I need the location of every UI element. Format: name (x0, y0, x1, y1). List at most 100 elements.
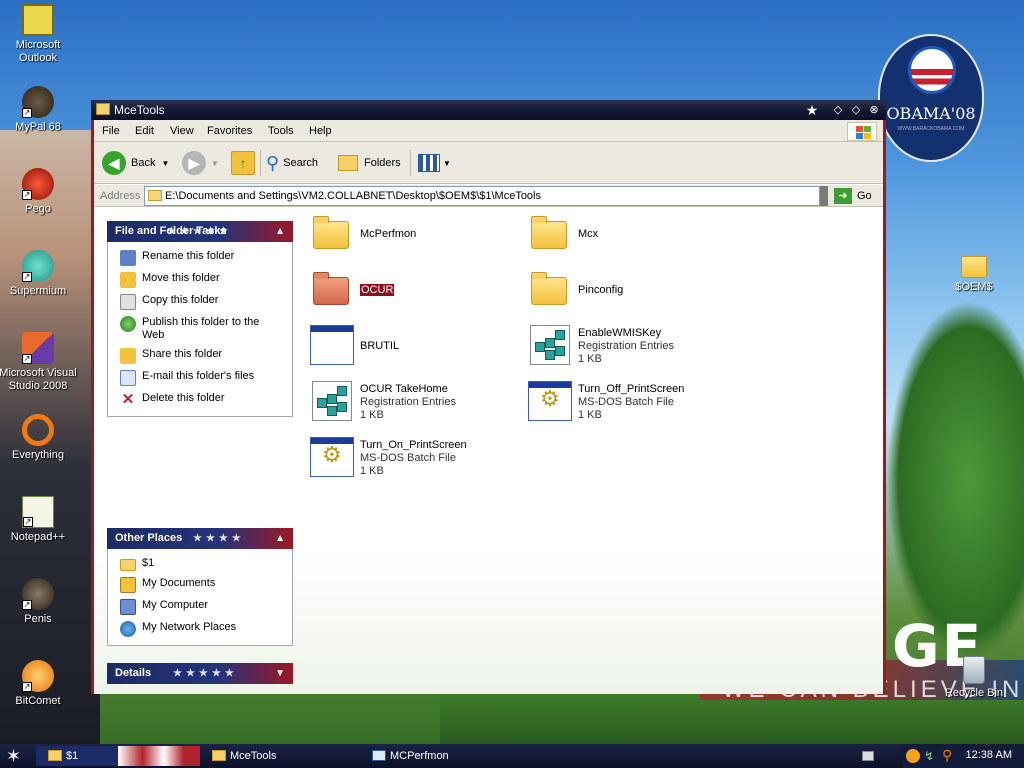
place-my-computer[interactable]: My Computer (120, 599, 286, 615)
place-label: My Documents (142, 577, 216, 589)
forward-button[interactable]: ▶ ▼ (182, 150, 219, 176)
back-button[interactable]: ◀ Back ▼ (102, 150, 169, 176)
panel-header[interactable]: Details ★★★★★ ▼ (107, 663, 293, 684)
task-label: Move this folder (142, 272, 220, 284)
share-icon (120, 348, 136, 364)
task-copy-folder[interactable]: Copy this folder (120, 294, 286, 310)
visual-studio-icon: ↗ (22, 332, 54, 364)
desktop-icon-mypal[interactable]: ↗ MyPal 68 (0, 86, 80, 134)
file-item-pinconfig[interactable]: Pinconfig (526, 265, 623, 313)
file-text: EnableWMISKey Registration Entries 1 KB (578, 321, 674, 366)
toolbar-divider (260, 150, 261, 176)
desktop-icon-label: $OEM$ (955, 281, 993, 293)
file-text: Mcx (578, 209, 598, 241)
desktop-icon-bitcomet[interactable]: ↗ BitComet (0, 660, 80, 708)
panel-header[interactable]: File and Folder Tasks ★★★★★ ▲ (107, 221, 293, 242)
folder-content: File and Folder Tasks ★★★★★ ▲ Rename thi… (94, 207, 883, 694)
file-size: 1 KB (360, 409, 384, 421)
task-rename-folder[interactable]: Rename this folder (120, 250, 286, 266)
task-share-folder[interactable]: Share this folder (120, 348, 286, 364)
clock[interactable]: 12:38 AM (966, 749, 1012, 761)
forward-arrow-icon: ▶ (182, 151, 206, 175)
taskbar-task-dollar-1[interactable]: $1 (40, 746, 190, 766)
desktop-icon-label: Pego (25, 203, 51, 215)
maximize-button[interactable]: ◇ (849, 103, 863, 117)
views-icon (418, 154, 440, 172)
folders-icon (338, 155, 358, 171)
file-text: OCUR TakeHome Registration Entries 1 KB (360, 377, 456, 422)
logo-emblem (908, 46, 956, 94)
explorer-window: MceTools ★ ◇ ◇ ⊗ File Edit View Favorite… (91, 100, 886, 694)
menu-help[interactable]: Help (309, 125, 332, 137)
desktop-icon-label: MyPal 68 (15, 121, 61, 133)
address-input[interactable]: E:\Documents and Settings\VM2.COLLABNET\… (144, 186, 820, 206)
place-dollar-1[interactable]: $1 (120, 557, 286, 571)
network-tray-icon[interactable]: ↯ (924, 749, 938, 763)
search-button[interactable]: ⚲ Search (266, 150, 318, 176)
file-name: OCUR TakeHome (360, 383, 448, 395)
desktop-icon-oem-folder[interactable]: $OEM$ (932, 252, 1016, 294)
desktop-icon-notepad-plus-plus[interactable]: ↗ Notepad++ (0, 496, 80, 544)
menu-edit[interactable]: Edit (135, 125, 154, 137)
file-item-enablewmiskey[interactable]: EnableWMISKey Registration Entries 1 KB (526, 321, 674, 369)
address-dropdown-button[interactable] (820, 186, 828, 206)
stars-decoration: ★★★★★ (167, 226, 232, 237)
folder-icon (308, 265, 356, 313)
system-tray: ↯ ⚲ 12:38 AM (902, 744, 1024, 768)
title-bar[interactable]: MceTools ★ ◇ ◇ ⊗ (91, 100, 886, 120)
task-email-files[interactable]: E-mail this folder's files (120, 370, 286, 386)
desktop-icon-outlook[interactable]: Microsoft Outlook (0, 4, 80, 65)
minimize-button[interactable]: ◇ (831, 103, 845, 117)
search-tray-icon[interactable]: ⚲ (942, 747, 956, 763)
desktop-icon-penis[interactable]: ↗ Penis (0, 578, 80, 626)
desktop-icon-everything[interactable]: Everything (0, 414, 80, 462)
keyboard-icon[interactable] (862, 751, 874, 761)
menu-file[interactable]: File (102, 125, 120, 137)
file-type: MS-DOS Batch File (578, 396, 674, 408)
task-label: MceTools (230, 750, 277, 762)
collapse-icon[interactable]: ▲ (275, 528, 285, 549)
taskbar-task-mcperfmon[interactable]: MCPerfmon (364, 746, 520, 766)
collapse-icon[interactable]: ▲ (275, 221, 285, 242)
windows-logo-icon (847, 122, 877, 141)
up-folder-button[interactable]: ↑ (231, 150, 255, 176)
folders-button[interactable]: Folders (338, 150, 401, 176)
task-move-folder[interactable]: Move this folder (120, 272, 286, 288)
logo-text: OBAMA'08 (886, 104, 976, 123)
batch-file-icon (526, 377, 574, 425)
back-label: Back (131, 157, 156, 169)
panel-header[interactable]: Other Places ★★★★ ▲ (107, 528, 293, 549)
place-my-network-places[interactable]: My Network Places (120, 621, 286, 637)
taskbar-task-mcetools[interactable]: MceTools (204, 746, 360, 766)
task-delete-folder[interactable]: ✕ Delete this folder (120, 392, 286, 408)
file-item-mcperfmon[interactable]: McPerfmon (308, 209, 416, 257)
close-button[interactable]: ⊗ (867, 103, 881, 117)
desktop-icon-visual-studio[interactable]: ↗ Microsoft Visual Studio 2008 (0, 332, 80, 393)
email-icon (120, 370, 136, 386)
task-publish-folder[interactable]: Publish this folder to the Web (120, 316, 286, 342)
expand-icon[interactable]: ▼ (275, 663, 285, 684)
menu-tools[interactable]: Tools (268, 125, 294, 137)
menu-view[interactable]: View (170, 125, 194, 137)
menu-favorites[interactable]: Favorites (207, 125, 252, 137)
desktop-icon-pego[interactable]: ↗ Pego (0, 168, 80, 216)
desktop-icon-supermium[interactable]: ↗ Supermium (0, 250, 80, 298)
desktop-icon-recycle-bin[interactable]: Recycle Bin (932, 656, 1016, 700)
start-button[interactable]: ✶ (6, 746, 21, 767)
folder-icon (120, 559, 136, 571)
file-item-turn-off-printscreen[interactable]: Turn_Off_PrintScreen MS-DOS Batch File 1… (526, 377, 684, 425)
file-item-turn-on-printscreen[interactable]: Turn_On_PrintScreen MS-DOS Batch File 1 … (308, 433, 467, 481)
bitcomet-tray-icon[interactable] (906, 749, 920, 763)
file-item-ocur[interactable]: OCUR (308, 265, 395, 313)
desktop-icon-label: Microsoft Visual Studio 2008 (0, 367, 77, 392)
file-item-brutil[interactable]: BRUTIL (308, 321, 399, 369)
folder-icon (148, 190, 162, 201)
views-button[interactable]: ▼ (418, 150, 451, 176)
file-text: OCUR (360, 265, 395, 297)
go-button[interactable]: ➜ Go (834, 188, 872, 204)
place-my-documents[interactable]: My Documents (120, 577, 286, 593)
file-item-mcx[interactable]: Mcx (526, 209, 598, 257)
file-type: Registration Entries (360, 396, 456, 408)
search-label: Search (283, 157, 319, 169)
file-item-ocur-takehome[interactable]: OCUR TakeHome Registration Entries 1 KB (308, 377, 456, 425)
